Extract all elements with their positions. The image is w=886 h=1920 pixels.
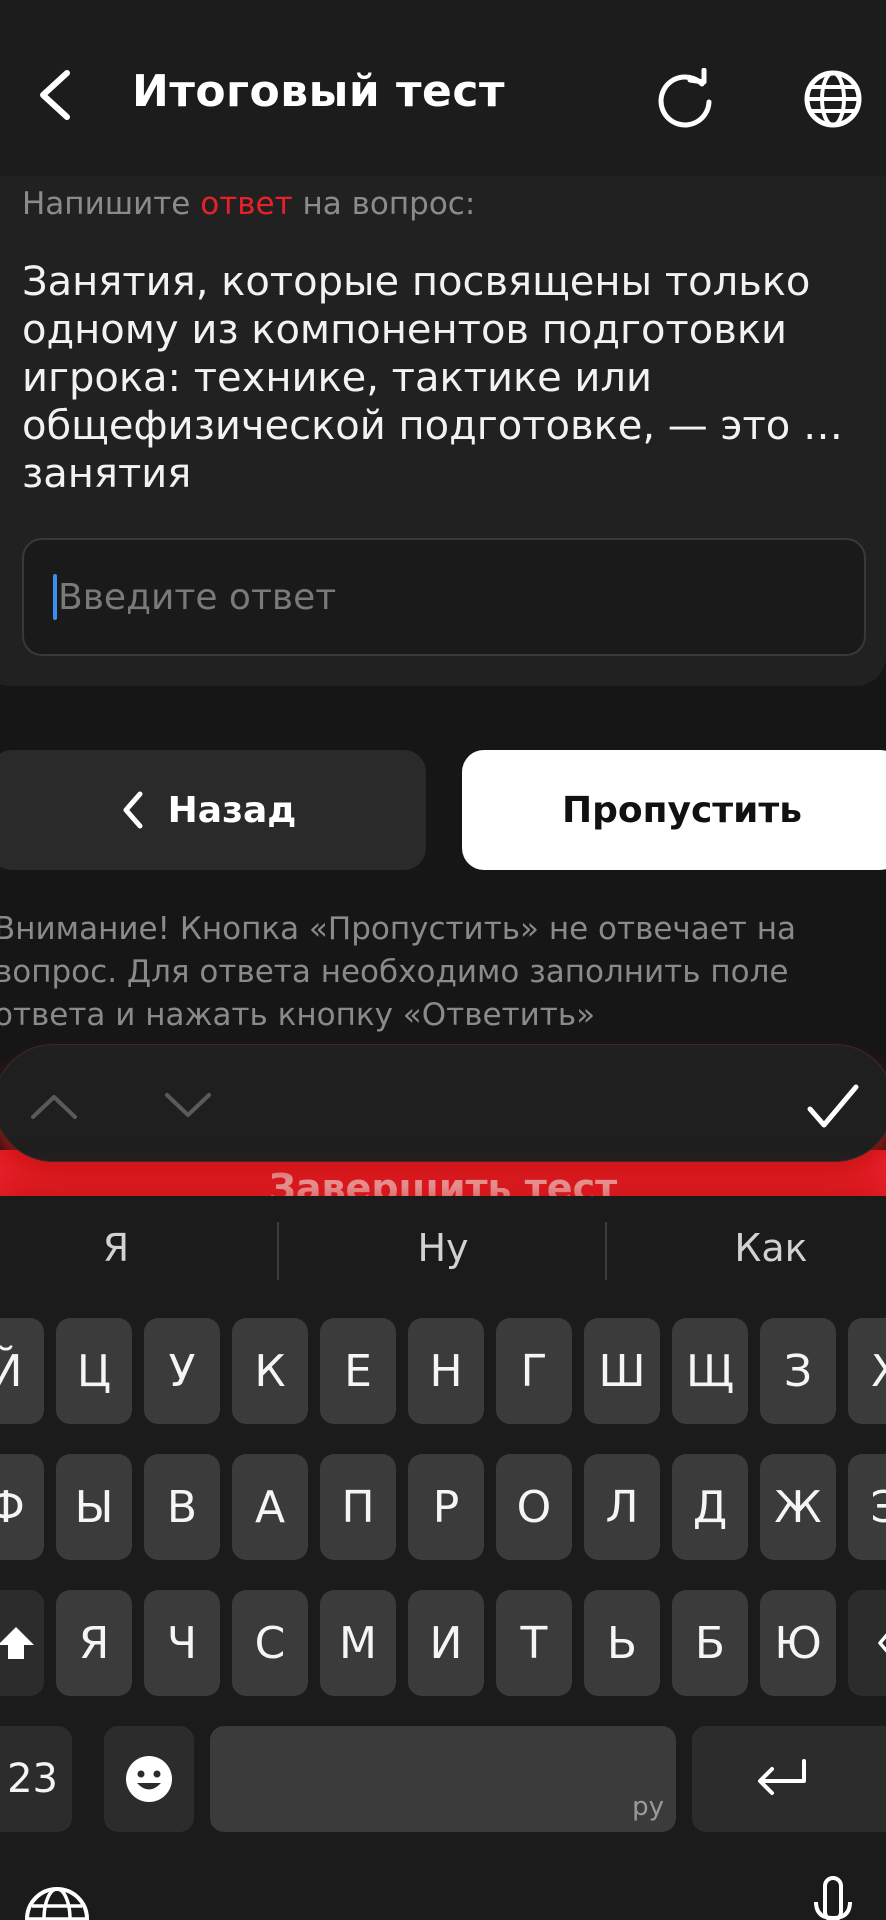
shift-icon: [0, 1627, 34, 1659]
symbols-key[interactable]: 23: [0, 1726, 72, 1832]
skip-warning-text: Внимание! Кнопка «Пропустить» не отвечае…: [0, 911, 796, 1033]
done-button[interactable]: [804, 1078, 862, 1136]
question-text: Занятия, которые посвящены только одному…: [22, 259, 843, 497]
suggestion-divider: [277, 1222, 279, 1280]
key[interactable]: С: [232, 1590, 308, 1696]
enter-icon: [758, 1759, 806, 1795]
key[interactable]: Ю: [760, 1590, 836, 1696]
suggestion-2[interactable]: Ну: [343, 1226, 543, 1270]
skip-button[interactable]: Пропустить: [462, 750, 886, 870]
key[interactable]: Щ: [672, 1318, 748, 1424]
previous-field-button[interactable]: [28, 1080, 80, 1132]
key[interactable]: П: [320, 1454, 396, 1560]
globe-icon: [804, 70, 862, 128]
key[interactable]: Ф: [0, 1454, 44, 1560]
key[interactable]: Ч: [144, 1590, 220, 1696]
key[interactable]: К: [232, 1318, 308, 1424]
key[interactable]: Ж: [760, 1454, 836, 1560]
back-arrow-button[interactable]: [20, 60, 90, 130]
chevron-down-icon: [165, 1093, 211, 1117]
skip-button-label: Пропустить: [561, 789, 803, 831]
key[interactable]: Ь: [584, 1590, 660, 1696]
voice-input-button[interactable]: [808, 1872, 858, 1920]
hint-accent: ответ: [200, 186, 293, 222]
key[interactable]: И: [408, 1590, 484, 1696]
text-caret: [53, 574, 57, 620]
back-button-label: Назад: [167, 789, 297, 831]
globe-icon: [25, 1887, 89, 1920]
question-hint: Напишите ответ на вопрос:: [22, 186, 475, 222]
key[interactable]: Ц: [56, 1318, 132, 1424]
checkmark-icon: [807, 1084, 859, 1128]
key[interactable]: З: [760, 1318, 836, 1424]
key[interactable]: Б: [672, 1590, 748, 1696]
key[interactable]: Р: [408, 1454, 484, 1560]
key[interactable]: Л: [584, 1454, 660, 1560]
answer-input[interactable]: [22, 538, 866, 656]
chevron-left-icon: [123, 791, 143, 829]
enter-key[interactable]: [692, 1726, 886, 1832]
key[interactable]: Ы: [56, 1454, 132, 1560]
key[interactable]: Я: [56, 1590, 132, 1696]
emoji-key[interactable]: [104, 1726, 194, 1832]
space-key[interactable]: ру: [210, 1726, 676, 1832]
hint-suffix: на вопрос:: [302, 186, 476, 222]
refresh-button[interactable]: [650, 64, 720, 134]
key[interactable]: Е: [320, 1318, 396, 1424]
key[interactable]: Н: [408, 1318, 484, 1424]
key[interactable]: О: [496, 1454, 572, 1560]
key[interactable]: Г: [496, 1318, 572, 1424]
backspace-icon: [878, 1633, 886, 1653]
chevron-left-icon: [40, 70, 70, 120]
suggestion-3[interactable]: Как: [671, 1226, 871, 1270]
microphone-icon: [814, 1876, 852, 1920]
key[interactable]: В: [144, 1454, 220, 1560]
key[interactable]: Д: [672, 1454, 748, 1560]
chevron-up-icon: [31, 1095, 77, 1119]
key[interactable]: Ш: [584, 1318, 660, 1424]
key[interactable]: М: [320, 1590, 396, 1696]
shift-key[interactable]: [0, 1590, 44, 1696]
backspace-key[interactable]: [848, 1590, 886, 1696]
back-button[interactable]: Назад: [0, 750, 426, 870]
refresh-icon: [658, 68, 712, 128]
key[interactable]: Э: [848, 1454, 886, 1560]
next-field-button[interactable]: [162, 1080, 214, 1132]
key[interactable]: Й: [0, 1318, 44, 1424]
key[interactable]: У: [144, 1318, 220, 1424]
suggestion-1[interactable]: Я: [16, 1226, 216, 1270]
emoji-icon: [126, 1756, 172, 1802]
key[interactable]: А: [232, 1454, 308, 1560]
suggestion-divider: [605, 1222, 607, 1280]
keyboard-language-button[interactable]: [22, 1884, 92, 1920]
language-button[interactable]: [798, 64, 868, 134]
key[interactable]: Х: [848, 1318, 886, 1424]
keyboard-toolbar: [0, 1044, 886, 1162]
space-language-label: ру: [632, 1792, 664, 1822]
page-title: Итоговый тест: [132, 66, 505, 117]
hint-prefix: Напишите: [22, 186, 191, 222]
key[interactable]: Т: [496, 1590, 572, 1696]
